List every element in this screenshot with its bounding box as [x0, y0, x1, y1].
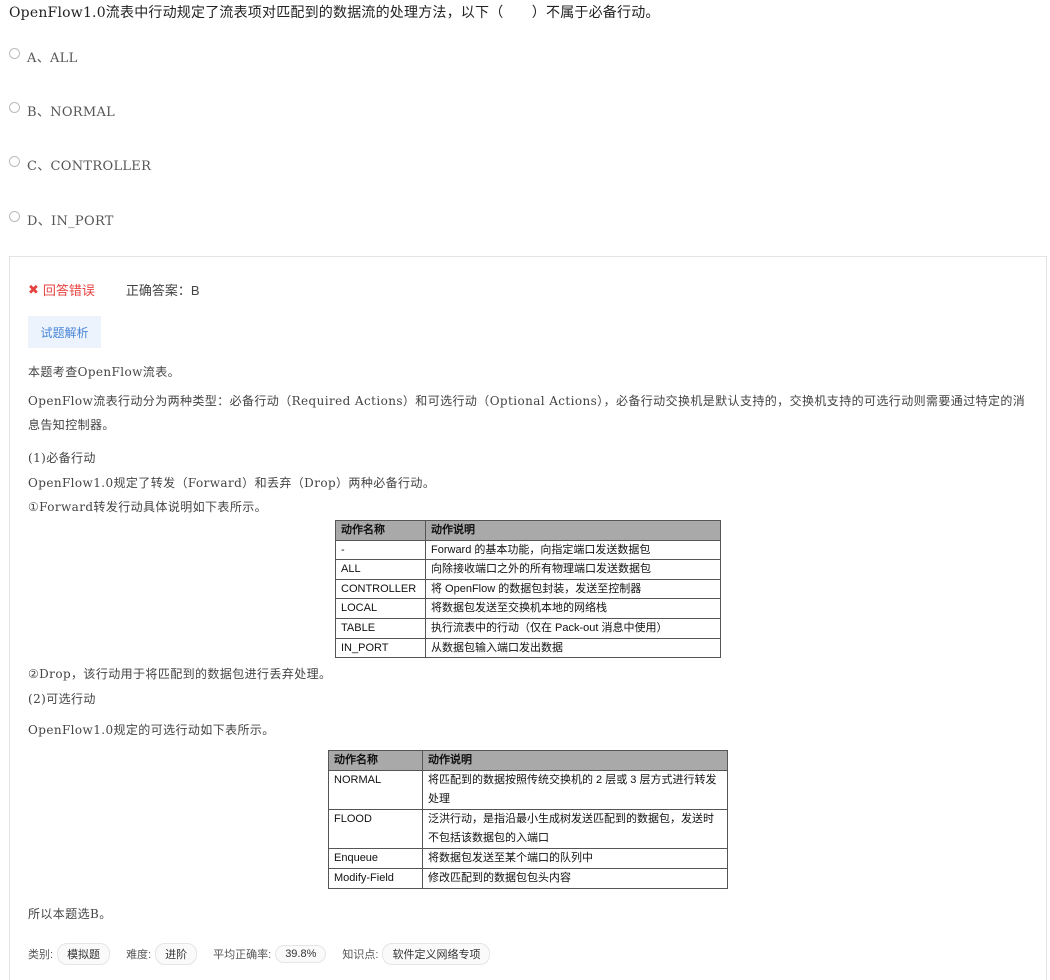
- table-header: 动作名称: [328, 750, 423, 771]
- table-cell: 修改匹配到的数据包包头内容: [422, 868, 728, 889]
- difficulty-tag: 进阶: [155, 943, 198, 965]
- table-row: Modify-Field 修改匹配到的数据包包头内容: [328, 868, 728, 889]
- table-cell: Modify-Field: [328, 868, 423, 889]
- table-row: CONTROLLER 将 OpenFlow 的数据包封装，发送至控制器: [335, 578, 721, 600]
- accuracy-label: 平均正确率:: [213, 949, 272, 961]
- correct-answer: 正确答案：B: [125, 283, 200, 298]
- option-b[interactable]: B、NORMAL: [9, 100, 115, 120]
- table-cell: 将匹配到的数据按照传统交换机的 2 层或 3 层方式进行转发处理: [422, 770, 728, 810]
- table-header: 动作名称: [335, 520, 426, 541]
- table-cell: 泛洪行动，是指沿最小生成树发送匹配到的数据包，发送时不包括该数据包的入端口: [422, 809, 728, 849]
- difficulty-label: 难度:: [126, 949, 152, 961]
- option-label: C、CONTROLLER: [27, 158, 152, 174]
- analysis-paragraph: OpenFlow1.0规定了转发（Forward）和丢弃（Drop）两种必备行动…: [28, 476, 436, 490]
- radio-icon[interactable]: [9, 101, 20, 113]
- table-cell: Forward 的基本功能，向指定端口发送数据包: [425, 539, 721, 561]
- table-cell: 将数据包发送至交换机本地的网络栈: [425, 598, 721, 619]
- table-cell: 向除接收端口之外的所有物理端口发送数据包: [425, 559, 721, 580]
- table-row: TABLE 执行流表中的行动（仅在 Pack-out 消息中使用）: [335, 617, 721, 639]
- analysis-conclusion: 所以本题选B。: [28, 907, 112, 921]
- answer-result: ✖ 回答错误 正确答案：B: [28, 280, 200, 299]
- table-cell: LOCAL: [335, 598, 426, 619]
- table-cell: 将数据包发送至某个端口的队列中: [422, 848, 728, 869]
- option-a[interactable]: A、ALL: [9, 46, 78, 66]
- analysis-tab-button[interactable]: 试题解析: [28, 316, 101, 348]
- option-label: D、IN_PORT: [27, 213, 114, 229]
- option-c[interactable]: C、CONTROLLER: [9, 154, 151, 174]
- topic-tag[interactable]: 软件定义网络专项: [382, 943, 491, 965]
- table-row: FLOOD 泛洪行动，是指沿最小生成树发送匹配到的数据包，发送时不包括该数据包的…: [328, 809, 728, 849]
- table-header: 动作说明: [422, 750, 728, 771]
- analysis-paragraph: OpenFlow流表行动分为两种类型：必备行动（Required Actions…: [28, 394, 1026, 432]
- accuracy-tag: 39.8%: [275, 945, 327, 963]
- table-cell: NORMAL: [328, 770, 423, 810]
- category-tag: 模拟题: [57, 943, 111, 965]
- option-label: A、ALL: [27, 50, 78, 66]
- radio-icon[interactable]: [9, 210, 20, 222]
- wrong-icon: ✖: [28, 281, 39, 297]
- analysis-paragraph: 本题考查OpenFlow流表。: [28, 365, 181, 379]
- category-label: 类别:: [28, 949, 54, 961]
- table-row: Enqueue 将数据包发送至某个端口的队列中: [328, 848, 728, 869]
- radio-icon[interactable]: [9, 47, 20, 59]
- table-cell: FLOOD: [328, 809, 423, 849]
- table-row: NORMAL 将匹配到的数据按照传统交换机的 2 层或 3 层方式进行转发处理: [328, 770, 728, 810]
- question-text: OpenFlow1.0流表中行动规定了流表项对匹配到的数据流的处理方法，以下（ …: [9, 5, 660, 21]
- table-row: ALL 向除接收端口之外的所有物理端口发送数据包: [335, 559, 721, 580]
- table-cell: TABLE: [335, 617, 426, 639]
- analysis-paragraph: ①Forward转发行动具体说明如下表所示。: [28, 500, 268, 514]
- table-row: LOCAL 将数据包发送至交换机本地的网络栈: [335, 598, 721, 619]
- analysis-paragraph: ②Drop，该行动用于将匹配到的数据包进行丢弃处理。: [28, 667, 332, 681]
- table-cell: Enqueue: [328, 848, 423, 869]
- option-d[interactable]: D、IN_PORT: [9, 209, 114, 229]
- table-cell: 执行流表中的行动（仅在 Pack-out 消息中使用）: [425, 617, 721, 639]
- table-cell: 将 OpenFlow 的数据包封装，发送至控制器: [425, 578, 721, 600]
- table-row: - Forward 的基本功能，向指定端口发送数据包: [335, 539, 721, 561]
- analysis-paragraph: (2)可选行动: [28, 692, 96, 706]
- analysis-paragraph: OpenFlow1.0规定的可选行动如下表所示。: [28, 723, 275, 737]
- topic-label: 知识点:: [342, 949, 379, 961]
- table-cell: ALL: [335, 559, 426, 580]
- radio-icon[interactable]: [9, 155, 20, 167]
- table-cell: IN_PORT: [335, 637, 426, 659]
- optional-actions-table: 动作名称 动作说明 NORMAL 将匹配到的数据按照传统交换机的 2 层或 3 …: [328, 750, 728, 889]
- result-status: 回答错误: [42, 283, 95, 298]
- table-cell: -: [335, 539, 426, 561]
- question-meta: 类别: 模拟题 难度: 进阶 平均正确率: 39.8% 知识点: 软件定义网络专…: [28, 943, 506, 965]
- forward-actions-table: 动作名称 动作说明 - Forward 的基本功能，向指定端口发送数据包 ALL…: [335, 520, 721, 659]
- table-header-row: 动作名称 动作说明: [328, 750, 728, 771]
- option-label: B、NORMAL: [27, 104, 116, 120]
- table-cell: 从数据包输入端口发出数据: [425, 637, 721, 659]
- table-cell: CONTROLLER: [335, 578, 426, 600]
- analysis-paragraph: (1)必备行动: [28, 451, 96, 465]
- table-row: IN_PORT 从数据包输入端口发出数据: [335, 637, 721, 659]
- table-header: 动作说明: [425, 520, 721, 541]
- table-header-row: 动作名称 动作说明: [335, 520, 721, 541]
